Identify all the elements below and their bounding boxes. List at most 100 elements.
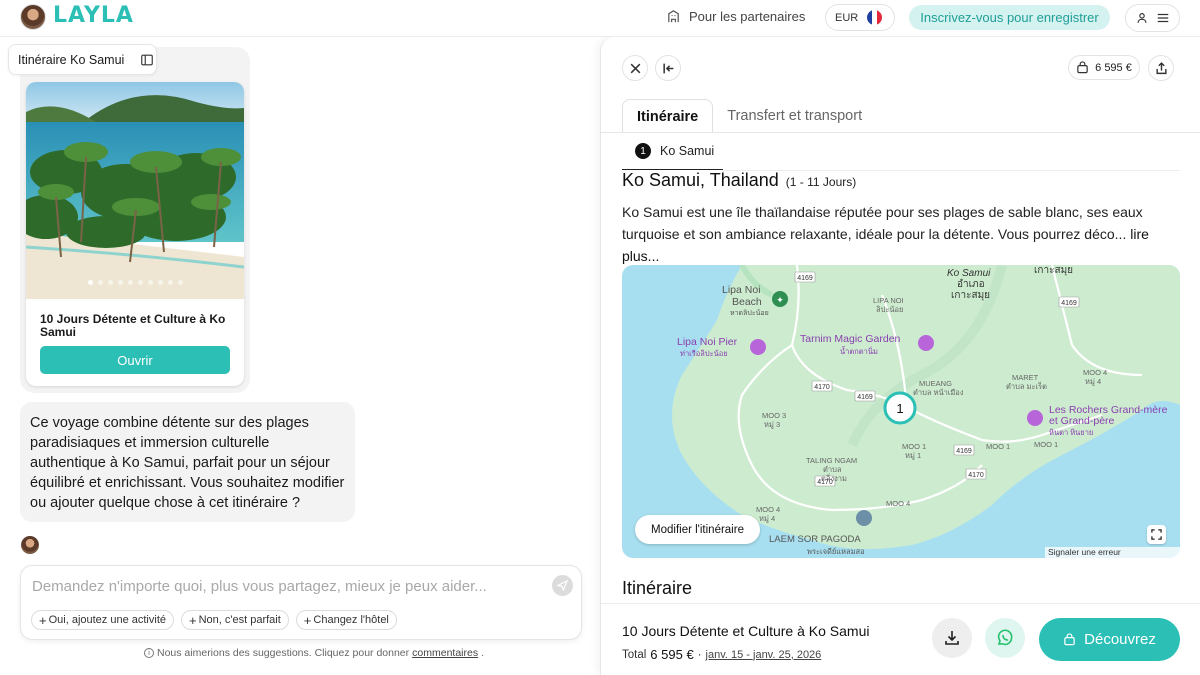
download-button[interactable] (932, 618, 972, 658)
itinerary-panel: 6 595 € Itinéraire Transfert et transpor… (600, 37, 1200, 675)
map-label: MOO 1 (902, 442, 926, 451)
whatsapp-icon (997, 629, 1013, 646)
map-label: หมู่ 3 (764, 420, 780, 429)
map-label: LAEM SOR PAGODA (769, 534, 861, 545)
france-flag-icon (867, 10, 883, 25)
pagination-dot[interactable] (117, 280, 123, 285)
collapse-left-icon (662, 63, 673, 73)
pagination-dot[interactable] (167, 280, 173, 285)
itinerary-card[interactable]: 10 Jours Détente et Culture à Ko Samui O… (26, 82, 244, 386)
report-map-error-link[interactable]: Signaler une erreur cartographique (1045, 547, 1180, 558)
currency-label: EUR (835, 11, 859, 24)
fullscreen-button[interactable] (1147, 525, 1166, 544)
map-label: MOO 1 (986, 442, 1010, 451)
layla-avatar[interactable] (20, 4, 46, 30)
sidebar-icon[interactable] (140, 53, 154, 67)
map-label: หมู่ 1 (905, 451, 921, 460)
chat-composer: +Oui, ajoutez une activité +Non, c'est p… (20, 565, 582, 640)
edit-itinerary-button[interactable]: Modifier l'itinéraire (635, 515, 760, 544)
plus-icon: + (189, 612, 197, 628)
destination-header: Ko Samui, Thailand (1 - 11 Jours) (622, 170, 856, 191)
pagination-dot[interactable] (87, 280, 93, 285)
pagination-dot[interactable] (177, 280, 183, 285)
user-menu-button[interactable] (1125, 4, 1180, 32)
itinerary-heading: Itinéraire (622, 578, 693, 598)
send-button[interactable] (552, 575, 573, 596)
tab-transport[interactable]: Transfert et transport (713, 99, 876, 133)
card-photo[interactable] (26, 82, 244, 299)
map-label: ตำบล (823, 465, 841, 474)
building-icon (668, 10, 679, 23)
map-label: เกาะสมุย (1034, 265, 1073, 276)
stop-label: Ko Samui (660, 144, 715, 158)
feedback-link[interactable]: commentaires (412, 647, 478, 659)
map-label: ตำบล หน้าเมือง (913, 388, 964, 397)
discover-button[interactable]: Découvrez (1039, 618, 1180, 661)
chip-label: Non, c'est parfait (198, 614, 281, 626)
tab-itinerary[interactable]: Itinéraire (622, 99, 714, 133)
map-marker-number: 1 (896, 401, 903, 416)
map[interactable]: 4169 4169 4169 4169 4170 4170 4170 Ko Sa… (622, 265, 1180, 558)
map-label: TALING NGAM (806, 456, 857, 465)
pagination-dot[interactable] (107, 280, 113, 285)
total-label: Total (622, 648, 647, 661)
map-label: MOO 1 (1034, 440, 1058, 449)
map-road-label: 4169 (857, 394, 873, 401)
map-poi-label: Lipa Noi Pier (677, 336, 738, 348)
assistant-message: Ce voyage combine détente sur des plages… (20, 402, 355, 522)
suggestion-chip[interactable]: + Changez l'hôtel (295, 610, 397, 630)
map-label: หมู่ 4 (1085, 377, 1101, 386)
map-label: MOO 4 (886, 499, 910, 508)
map-poi-label: หินตา หินยาย (1049, 428, 1093, 437)
pagination-dot[interactable] (97, 280, 103, 285)
suggestion-chip[interactable]: + Non, c'est parfait (181, 610, 289, 630)
footnote-end: . (481, 647, 485, 659)
bag-icon (1064, 633, 1075, 646)
fullscreen-icon (1151, 529, 1162, 540)
suggestion-chip[interactable]: + Oui, ajoutez une activité (31, 610, 174, 630)
discover-label: Découvrez (1084, 631, 1156, 648)
share-icon (1155, 61, 1167, 74)
currency-selector[interactable]: EUR (825, 4, 895, 31)
stop-tab-ko-samui[interactable]: 1 Ko Samui (635, 143, 714, 159)
map-label: ลิปะน้อย (876, 305, 904, 314)
card-title: 10 Jours Détente et Culture à Ko Samui (40, 312, 226, 339)
tabs-divider (601, 132, 1200, 133)
map-label: อำเภอ (957, 279, 985, 290)
partners-label: Pour les partenaires (689, 9, 806, 24)
open-button[interactable]: Ouvrir (40, 346, 230, 374)
pagination-dot[interactable] (127, 280, 133, 285)
map-road-label: 4169 (797, 275, 813, 282)
map-poi-label: et Grand-père (1049, 415, 1115, 427)
park-icon: ✦ (776, 295, 784, 305)
price-pill[interactable]: 6 595 € (1068, 55, 1140, 80)
share-button[interactable] (1148, 55, 1174, 81)
top-header: LAYLA Pour les partenaires EUR Inscrivez… (0, 0, 1200, 37)
close-button[interactable] (622, 55, 648, 81)
map-label-ko-samui: Ko Samui (947, 268, 991, 279)
separator: · (697, 648, 702, 661)
whatsapp-button[interactable] (985, 618, 1025, 658)
dates-link[interactable]: janv. 15 - janv. 25, 2026 (706, 649, 822, 661)
photo-pagination[interactable] (26, 280, 244, 285)
pagination-dot[interactable] (147, 280, 153, 285)
price-label: 6 595 € (1095, 61, 1132, 74)
booking-bar: 10 Jours Détente et Culture à Ko Samui T… (601, 603, 1200, 675)
trip-tag[interactable]: Itinéraire Ko Samui (8, 44, 157, 75)
booking-title: 10 Jours Détente et Culture à Ko Samui (622, 623, 870, 639)
chat-input[interactable] (32, 575, 542, 597)
send-icon (557, 580, 568, 591)
partners-link[interactable]: Pour les partenaires (666, 9, 805, 24)
logo[interactable]: LAYLA (53, 3, 134, 28)
footnote-text: Nous aimerions des suggestions. Cliquez … (157, 647, 410, 659)
pagination-dot[interactable] (137, 280, 143, 285)
pagination-dot[interactable] (157, 280, 163, 285)
map-label: หมู่ 4 (759, 514, 775, 523)
map-road-label: 4169 (956, 448, 972, 455)
signup-button[interactable]: Inscrivez-vous pour enregistrer (909, 5, 1110, 30)
user-icon (1137, 13, 1147, 23)
suggestion-chips: + Oui, ajoutez une activité + Non, c'est p… (31, 610, 397, 630)
collapse-button[interactable] (655, 55, 681, 81)
map-label: พระเจดีย์แหลมสอ (807, 547, 865, 556)
destination-title: Ko Samui, Thailand (622, 170, 779, 190)
